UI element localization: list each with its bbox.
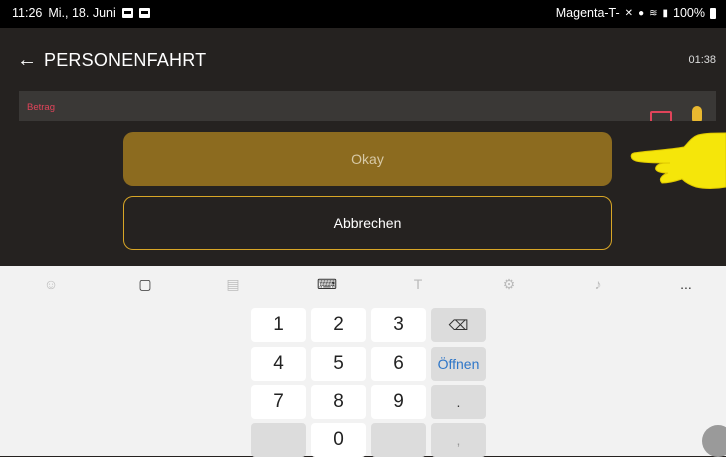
status-left: 11:26 Mi., 18. Juni (12, 6, 150, 20)
key-4[interactable]: 4 (251, 347, 306, 381)
okay-button[interactable]: Okay (123, 132, 612, 186)
open-key[interactable]: Öffnen (431, 347, 486, 381)
pointing-hand-icon (630, 132, 726, 189)
key-6[interactable]: 6 (371, 347, 426, 381)
blank-key-left[interactable] (251, 423, 306, 457)
cancel-button[interactable]: Abbrechen (123, 196, 612, 250)
key-8[interactable]: 8 (311, 385, 366, 419)
page-title: PERSONENFAHRT (44, 50, 207, 70)
key-9[interactable]: 9 (371, 385, 426, 419)
signal-icon: ▮ (662, 7, 669, 19)
key-0[interactable]: 0 (311, 423, 366, 457)
more-options-icon[interactable]: ... (666, 266, 706, 302)
text-style-icon[interactable]: T (398, 266, 438, 302)
photo-icon (138, 8, 150, 18)
location-icon: ● (638, 7, 645, 19)
gallery-icon (121, 8, 133, 18)
status-bar: 11:26 Mi., 18. Juni Magenta-T- ✕ ● ≋ ▮ 1… (0, 0, 726, 28)
status-battery: 100% (673, 6, 705, 20)
emoji-icon[interactable]: ☺ (31, 266, 71, 302)
period-key[interactable]: . (431, 385, 486, 419)
clipboard-icon[interactable]: ▢ (125, 266, 165, 302)
key-3[interactable]: 3 (371, 308, 426, 342)
status-right: Magenta-T- ✕ ● ≋ ▮ 100% (556, 6, 716, 20)
key-2[interactable]: 2 (311, 308, 366, 342)
mute-icon: ✕ (624, 7, 634, 19)
keyboard-mode-icon[interactable]: ⌨ (307, 266, 347, 302)
comma-key[interactable]: , (431, 423, 486, 457)
status-carrier: Magenta-T- (555, 6, 620, 20)
microphone-icon[interactable] (692, 106, 702, 121)
battery-icon (710, 7, 716, 19)
status-time: 11:26 (12, 6, 43, 20)
calculator-icon[interactable]: ▤ (213, 266, 253, 302)
key-1[interactable]: 1 (251, 308, 306, 342)
camera-icon[interactable] (650, 111, 672, 121)
amount-label: Betrag (27, 102, 55, 113)
status-date: Mi., 18. Juni (48, 6, 116, 20)
blank-key-right[interactable] (371, 423, 426, 457)
settings-gear-icon[interactable]: ⚙ (489, 266, 529, 302)
key-7[interactable]: 7 (251, 385, 306, 419)
key-5[interactable]: 5 (311, 347, 366, 381)
keyboard-toolbar: ☺ ▢ ▤ ⌨ T ⚙ ♪ ... (0, 266, 726, 302)
back-arrow-icon[interactable]: ← (17, 50, 37, 70)
app-bar: ← PERSONENFAHRT 01:38 (0, 28, 726, 90)
timer: 01:38 (688, 54, 716, 66)
numeric-keyboard: 1 2 3 ⌫ 4 5 6 Öffnen 7 8 9 . 0 , (0, 302, 726, 457)
wifi-icon: ≋ (649, 7, 658, 19)
voice-input-icon[interactable]: ♪ (578, 266, 618, 302)
pen-icon[interactable] (702, 425, 726, 457)
amount-field[interactable]: Betrag (19, 91, 716, 121)
backspace-icon[interactable]: ⌫ (431, 308, 486, 342)
